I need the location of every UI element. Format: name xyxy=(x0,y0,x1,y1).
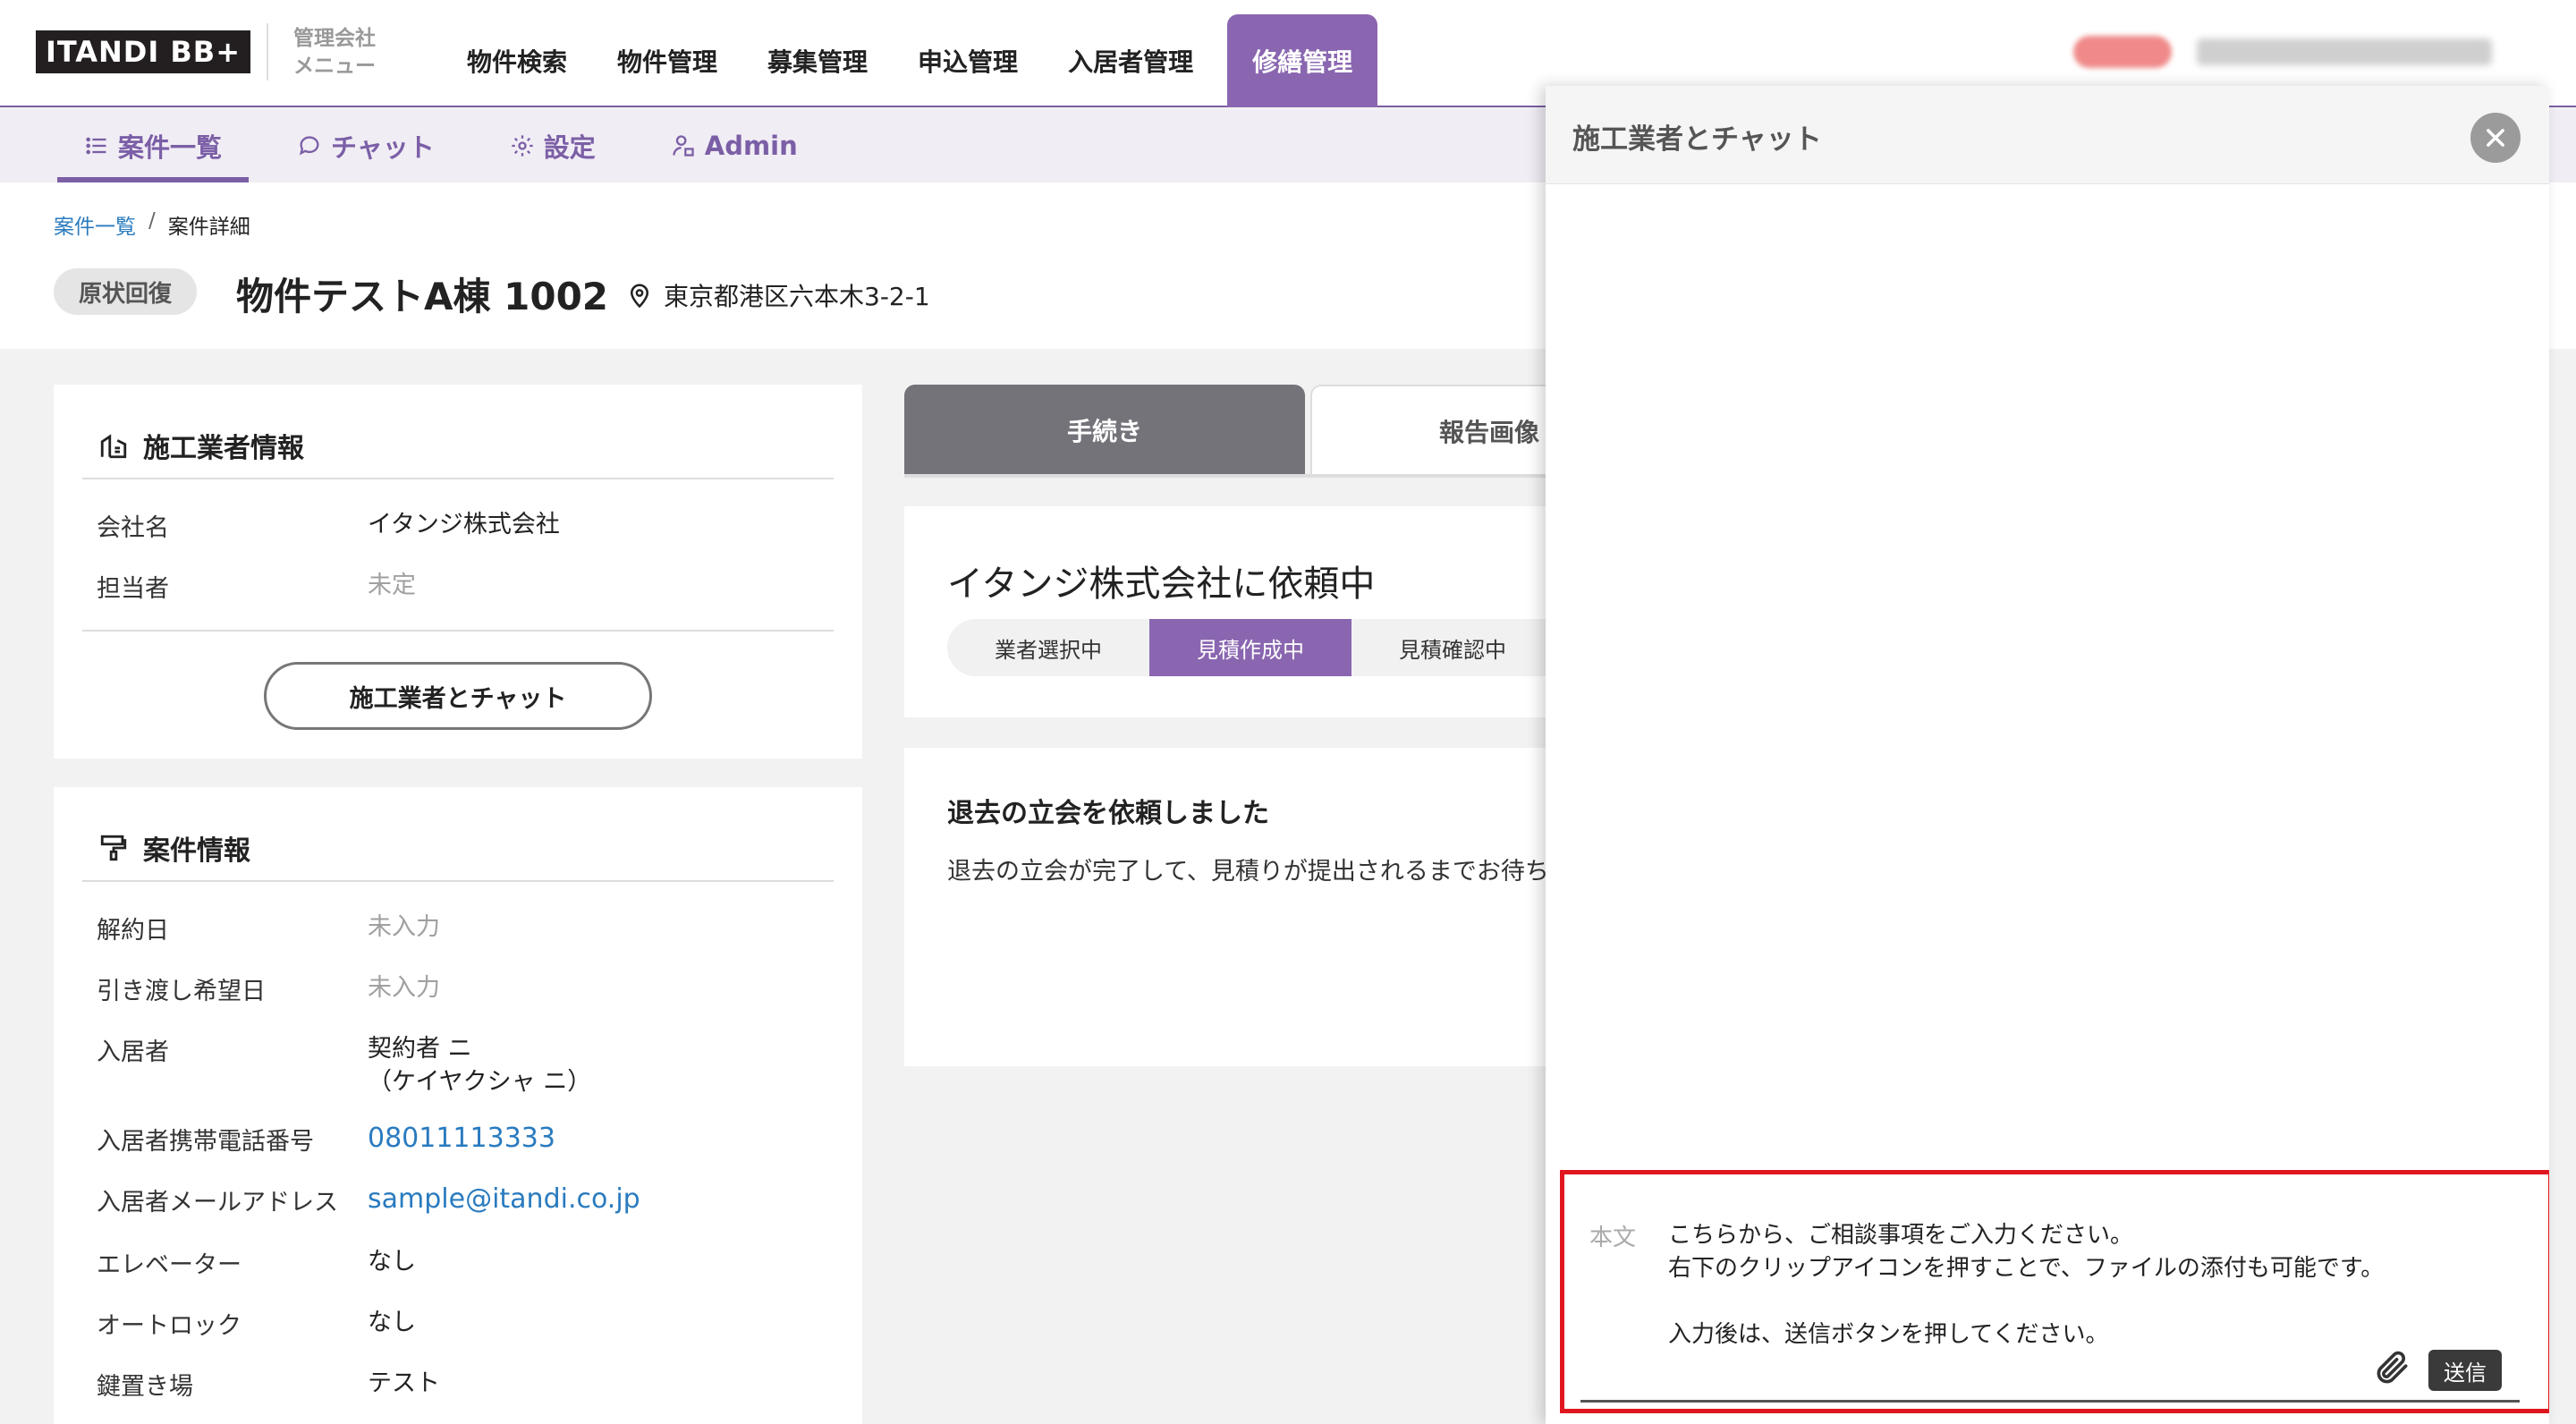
status-card: イタンジ株式会社に依頼中 業者選択中 見積作成中 見積確認中 xyxy=(904,506,1554,717)
info-label: 解約日 xyxy=(97,917,169,945)
contractor-info-title: 施工業者情報 xyxy=(98,426,304,465)
info-label: 鍵置き場 xyxy=(97,1373,193,1401)
tenant-email-link[interactable]: sample@itandi.co.jp xyxy=(368,1182,640,1217)
divider xyxy=(82,880,834,882)
info-label: 入居者メールアドレス xyxy=(97,1189,338,1216)
info-value: 契約者 ニ （ケイヤクシャ ニ） xyxy=(368,1035,592,1096)
contractor-info-card: 施工業者情報 会社名 イタンジ株式会社 担当者 未定 施工業者とチャット xyxy=(54,385,862,759)
info-label: 引き渡し希望日 xyxy=(97,978,266,1005)
nav-recruitment-management[interactable]: 募集管理 xyxy=(742,14,893,107)
info-value: テスト xyxy=(368,1369,440,1397)
info-label: 担当者 xyxy=(97,575,169,603)
location-pin-icon xyxy=(630,284,649,309)
divider xyxy=(82,630,834,631)
send-button[interactable]: 送信 xyxy=(2428,1350,2502,1391)
nav-property-management[interactable]: 物件管理 xyxy=(592,14,742,107)
info-row-cancellation-date: 解約日 未入力 xyxy=(97,911,440,945)
info-row-tenant-phone: 入居者携帯電話番号 08011113333 xyxy=(97,1122,555,1157)
info-value: なし xyxy=(368,1309,416,1336)
chat-message-composer[interactable]: 本文 こちらから、ご相談事項をご入力ください。 右下のクリップアイコンを押すこと… xyxy=(1560,1170,2549,1413)
admin-user-icon xyxy=(673,135,694,157)
nav-application-management[interactable]: 申込管理 xyxy=(893,14,1043,107)
info-label: 入居者 xyxy=(97,1038,169,1066)
chat-bubble-icon xyxy=(299,136,319,156)
step-selecting-contractor: 業者選択中 xyxy=(995,637,1102,663)
chat-drawer-title: 施工業者とチャット xyxy=(1572,123,1822,156)
building-icon xyxy=(100,434,127,459)
page-title: 物件テストA棟 1002 xyxy=(236,275,609,318)
info-label: エレベーター xyxy=(97,1251,242,1279)
info-row-handover-date: 引き渡し希望日 未入力 xyxy=(97,971,440,1006)
close-icon xyxy=(2487,129,2504,147)
paint-roller-icon xyxy=(100,835,127,861)
info-value: なし xyxy=(368,1248,416,1276)
subnav-admin-label: Admin xyxy=(704,131,798,161)
breadcrumb-current: 案件詳細 xyxy=(167,216,250,239)
contractor-chat-drawer: 施工業者とチャット 本文 こちらから、ご相談事項をご入力ください。 右下のクリッ… xyxy=(1546,86,2549,1424)
contractor-info-title-text: 施工業者情報 xyxy=(143,433,304,464)
info-label: 会社名 xyxy=(97,514,169,542)
info-row-company: 会社名 イタンジ株式会社 xyxy=(97,508,560,543)
case-type-badge: 原状回復 xyxy=(54,268,198,315)
case-info-title-text: 案件情報 xyxy=(143,835,250,867)
logo-divider xyxy=(267,23,268,81)
info-value: 未入力 xyxy=(368,913,440,941)
status-steps: 業者選択中 見積作成中 見積確認中 xyxy=(947,619,1554,676)
tab-procedures[interactable]: 手続き xyxy=(904,385,1305,476)
user-badge-blurred xyxy=(2073,36,2172,68)
breadcrumb: 案件一覧 / 案件詳細 xyxy=(54,209,250,240)
case-info-card: 案件情報 解約日 未入力 引き渡し希望日 未入力 入居者 契約者 ニ （ケイヤク… xyxy=(54,787,862,1424)
subnav-chat-label: チャット xyxy=(331,132,435,163)
tenant-phone-link[interactable]: 08011113333 xyxy=(368,1122,555,1157)
divider xyxy=(82,478,834,479)
subnav-case-list[interactable]: 案件一覧 xyxy=(57,109,250,182)
main-nav: 物件検索 物件管理 募集管理 申込管理 入居者管理 修繕管理 xyxy=(442,14,1378,107)
info-row-tenant: 入居者 契約者 ニ （ケイヤクシャ ニ） xyxy=(97,1032,591,1098)
breadcrumb-case-list[interactable]: 案件一覧 xyxy=(54,209,136,240)
info-value: イタンジ株式会社 xyxy=(368,511,560,538)
user-menu[interactable] xyxy=(2073,36,2492,68)
contractor-chat-button[interactable]: 施工業者とチャット xyxy=(264,662,652,730)
step-creating-estimate: 見積作成中 xyxy=(1149,619,1352,676)
info-row-person: 担当者 未定 xyxy=(97,569,416,604)
nav-property-search[interactable]: 物件検索 xyxy=(442,14,592,107)
breadcrumb-separator: / xyxy=(148,209,156,233)
step-confirming-estimate: 見積確認中 xyxy=(1399,637,1506,663)
property-address: 東京都港区六本木3-2-1 xyxy=(626,277,930,313)
subnav-chat[interactable]: チャット xyxy=(270,109,462,182)
composer-underline xyxy=(1580,1400,2520,1403)
info-row-elevator: エレベーター なし xyxy=(97,1245,416,1280)
management-menu-label[interactable]: 管理会社 メニュー xyxy=(293,25,376,81)
info-value: 未入力 xyxy=(368,974,440,1002)
user-name-blurred xyxy=(2197,38,2492,65)
case-info-title: 案件情報 xyxy=(98,828,250,868)
nav-repair-management[interactable]: 修繕管理 xyxy=(1227,14,1378,107)
status-title: イタンジ株式会社に依頼中 xyxy=(947,564,1376,605)
composer-label: 本文 xyxy=(1589,1225,1637,1251)
info-row-key-location: 鍵置き場 テスト xyxy=(97,1367,440,1402)
info-row-tenant-email: 入居者メールアドレス sample@itandi.co.jp xyxy=(97,1182,640,1217)
detail-tabs: 手続き 報告画像 xyxy=(904,385,1668,478)
info-value: 未定 xyxy=(368,572,416,599)
gear-icon xyxy=(512,135,533,157)
subnav-settings-label: 設定 xyxy=(543,132,596,163)
info-label: 入居者携帯電話番号 xyxy=(97,1128,314,1156)
itandi-logo[interactable]: ITANDI BB+ xyxy=(36,30,250,73)
property-address-text: 東京都港区六本木3-2-1 xyxy=(664,282,930,311)
tab-underline xyxy=(904,474,1548,478)
info-row-autolock: オートロック なし xyxy=(97,1306,416,1341)
message-body-input[interactable]: こちらから、ご相談事項をご入力ください。 右下のクリップアイコンを押すことで、フ… xyxy=(1668,1219,2384,1352)
list-icon xyxy=(86,137,106,155)
info-label: オートロック xyxy=(97,1312,242,1340)
paperclip-icon[interactable] xyxy=(2373,1348,2412,1387)
chat-drawer-header: 施工業者とチャット xyxy=(1546,86,2549,184)
close-button[interactable] xyxy=(2470,113,2521,163)
notice-title: 退去の立会を依頼しました xyxy=(947,798,1269,829)
subnav-admin[interactable]: Admin xyxy=(644,109,825,182)
subnav-case-list-label: 案件一覧 xyxy=(118,132,223,163)
nav-tenant-management[interactable]: 入居者管理 xyxy=(1043,14,1218,107)
notice-card: 退去の立会を依頼しました 退去の立会が完了して、見積りが提出されるまでお待ちくだ… xyxy=(904,748,1670,1066)
subnav-settings[interactable]: 設定 xyxy=(483,109,623,182)
